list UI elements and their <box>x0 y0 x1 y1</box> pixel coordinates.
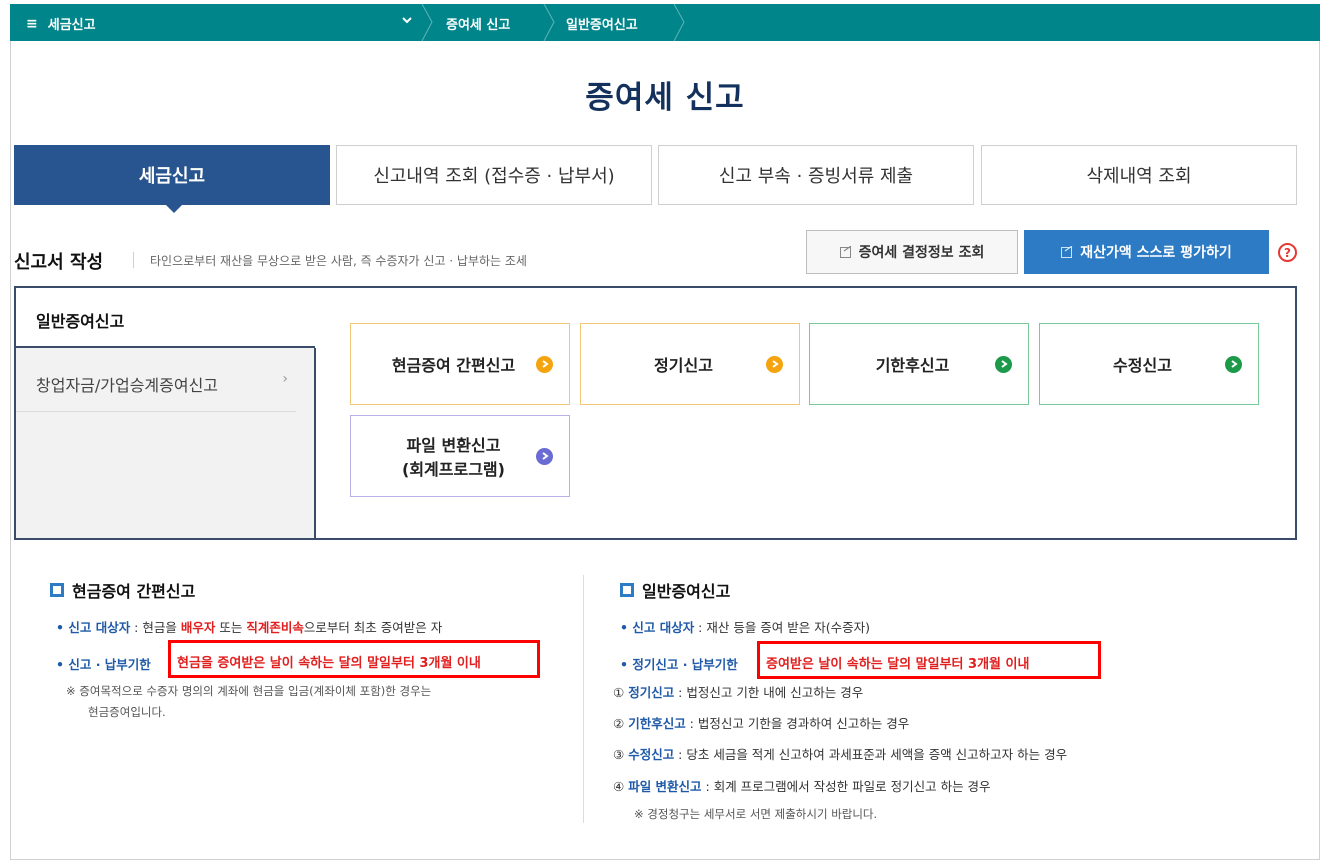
section-description: 타인으로부터 재산을 무상으로 받은 사람, 즉 수증자가 신고 · 납부하는 … <box>150 254 527 268</box>
arrow-right-circle-icon <box>536 447 553 465</box>
correction-claim-note: ※ 경정청구는 세무서로 서면 제출하시기 바랍니다. <box>634 807 878 821</box>
active-tab-pointer <box>165 204 183 213</box>
info-divider <box>583 575 584 823</box>
chevron-down-icon[interactable] <box>402 15 412 25</box>
card-label: 기한후신고 <box>875 356 950 375</box>
breadcrumb-separator-icon <box>673 4 685 41</box>
card-label: 정기신고 <box>654 356 713 375</box>
breadcrumb-separator-icon <box>421 4 433 41</box>
item-text: : 당초 세금을 적게 신고하여 과세표준과 세액을 증액 신고하고자 하는 경… <box>674 747 1068 762</box>
cash-gift-note-1: ※ 증여목적으로 수증자 명의의 계좌에 현금을 입금(계좌이체 포함)한 경우… <box>66 684 432 698</box>
target-label: • 신고 대상자 <box>620 620 695 635</box>
cash-gift-deadline-highlight: 현금을 증여받은 날이 속하는 달의 말일부터 3개월 이내 <box>168 640 540 678</box>
file-conversion-filing-card[interactable]: 파일 변환신고 (회계프로그램) <box>350 415 570 497</box>
section-title: 신고서 작성 <box>14 252 104 273</box>
card-label-line1: 파일 변환신고 <box>406 436 501 455</box>
item-text: : 법정신고 기한을 경과하여 신고하는 경우 <box>685 716 910 731</box>
regular-filing-card[interactable]: 정기신고 <box>580 323 800 405</box>
category-general-gift[interactable]: 일반증여신고 <box>14 286 315 348</box>
cash-gift-deadline-line: • 신고 · 납부기한 <box>56 654 151 673</box>
filing-type-item: ④ 파일 변환신고 : 회계 프로그램에서 작성한 파일로 정기신고 하는 경우 <box>613 776 991 795</box>
breadcrumb-separator-icon <box>543 4 555 41</box>
target-text: 으로부터 최초 증여받은 자 <box>303 620 443 635</box>
top-nav-bar: ≡ 세금신고 증여세 신고 일반증여신고 <box>10 4 1320 41</box>
cash-gift-info-heading: 현금증여 간편신고 <box>50 578 195 602</box>
card-label-line2: (회계프로그램) <box>402 460 505 479</box>
general-gift-deadline-line: • 정기신고 · 납부기한 <box>620 654 738 673</box>
arrow-right-circle-icon <box>536 355 553 373</box>
target-text: : 재산 등을 증여 받은 자(수증자) <box>694 620 871 635</box>
deadline-label: • 신고 · 납부기한 <box>56 657 151 672</box>
item-number: ① <box>613 685 629 700</box>
card-label: 현금증여 간편신고 <box>391 356 516 375</box>
general-gift-target-line: • 신고 대상자 : 재산 등을 증여 받은 자(수증자) <box>620 617 870 636</box>
breadcrumb-general-gift[interactable]: 일반증여신고 <box>566 14 638 33</box>
tab-deleted-history[interactable]: 삭제내역 조회 <box>981 145 1297 205</box>
item-label: 파일 변환신고 <box>628 779 702 794</box>
item-label: 정기신고 <box>628 685 675 700</box>
breadcrumb-gift-tax[interactable]: 증여세 신고 <box>446 14 510 33</box>
general-gift-info-heading: 일반증여신고 <box>620 578 730 602</box>
target-spouse: 배우자 <box>180 620 216 635</box>
item-number: ③ <box>613 747 629 762</box>
arrow-right-circle-icon <box>995 355 1012 373</box>
edit-icon <box>1061 245 1073 258</box>
self-evaluate-property-button[interactable]: 재산가액 스스로 평가하기 <box>1024 230 1269 274</box>
category-startup-business-gift-label: 창업자금/가업승계증여신고 <box>36 376 219 395</box>
arrow-right-circle-icon <box>766 355 783 373</box>
late-filing-card[interactable]: 기한후신고 <box>809 323 1029 405</box>
category-startup-business-gift[interactable]: 창업자금/가업승계증여신고 › <box>16 350 296 412</box>
help-icon[interactable]: ? <box>1278 243 1297 262</box>
item-label: 수정신고 <box>628 747 675 762</box>
cash-gift-info-title: 현금증여 간편신고 <box>72 582 196 601</box>
hamburger-icon: ≡ <box>26 15 38 32</box>
self-evaluate-property-label: 재산가액 스스로 평가하기 <box>1080 245 1232 261</box>
item-text: : 회계 프로그램에서 작성한 파일로 정기신고 하는 경우 <box>701 779 991 794</box>
gift-tax-decision-info-label: 증여세 결정정보 조회 <box>858 245 985 261</box>
section-divider <box>133 252 134 268</box>
deadline-label: • 정기신고 · 납부기한 <box>620 657 738 672</box>
target-text: 또는 <box>215 620 247 635</box>
general-gift-deadline-highlight: 증여받은 날이 속하는 달의 말일부터 3개월 이내 <box>757 641 1101 679</box>
filing-type-item: ② 기한후신고 : 법정신고 기한을 경과하여 신고하는 경우 <box>613 713 909 732</box>
page-title: 증여세 신고 <box>585 80 745 116</box>
menu-label: 세금신고 <box>47 18 96 33</box>
cash-gift-note-2: 현금증여입니다. <box>88 705 166 719</box>
arrow-right-circle-icon <box>1225 355 1242 373</box>
general-gift-info-title: 일반증여신고 <box>642 582 731 601</box>
tab-tax-filing[interactable]: 세금신고 <box>14 145 330 205</box>
chevron-right-icon: › <box>282 371 288 387</box>
item-text: : 법정신고 기한 내에 신고하는 경우 <box>674 685 864 700</box>
gift-tax-decision-info-button[interactable]: 증여세 결정정보 조회 <box>806 230 1018 274</box>
amended-filing-card[interactable]: 수정신고 <box>1039 323 1259 405</box>
menu-button[interactable]: ≡ 세금신고 <box>26 14 96 34</box>
item-number: ④ <box>613 779 629 794</box>
cash-gift-target-line: • 신고 대상자 : 현금을 배우자 또는 직계존비속으로부터 최초 증여받은 … <box>56 617 442 636</box>
filing-type-item: ③ 수정신고 : 당초 세금을 적게 신고하여 과세표준과 세액을 증액 신고하… <box>613 744 1067 763</box>
tab-document-submit[interactable]: 신고 부속 · 증빙서류 제출 <box>658 145 974 205</box>
target-text: : 현금을 <box>130 620 181 635</box>
filing-type-item: ① 정기신고 : 법정신고 기한 내에 신고하는 경우 <box>613 682 863 701</box>
target-lineal: 직계존비속 <box>246 620 304 635</box>
item-number: ② <box>613 716 629 731</box>
square-bullet-icon <box>50 583 64 597</box>
panel-divider <box>314 348 316 540</box>
cash-gift-simple-filing-card[interactable]: 현금증여 간편신고 <box>350 323 570 405</box>
item-label: 기한후신고 <box>628 716 686 731</box>
card-label: 수정신고 <box>1113 356 1172 375</box>
target-label: • 신고 대상자 <box>56 620 131 635</box>
card-label: 파일 변환신고 (회계프로그램) <box>371 432 536 480</box>
square-bullet-icon <box>620 583 634 597</box>
tab-filing-history[interactable]: 신고내역 조회 (접수증 · 납부서) <box>336 145 652 205</box>
edit-icon <box>839 245 852 258</box>
